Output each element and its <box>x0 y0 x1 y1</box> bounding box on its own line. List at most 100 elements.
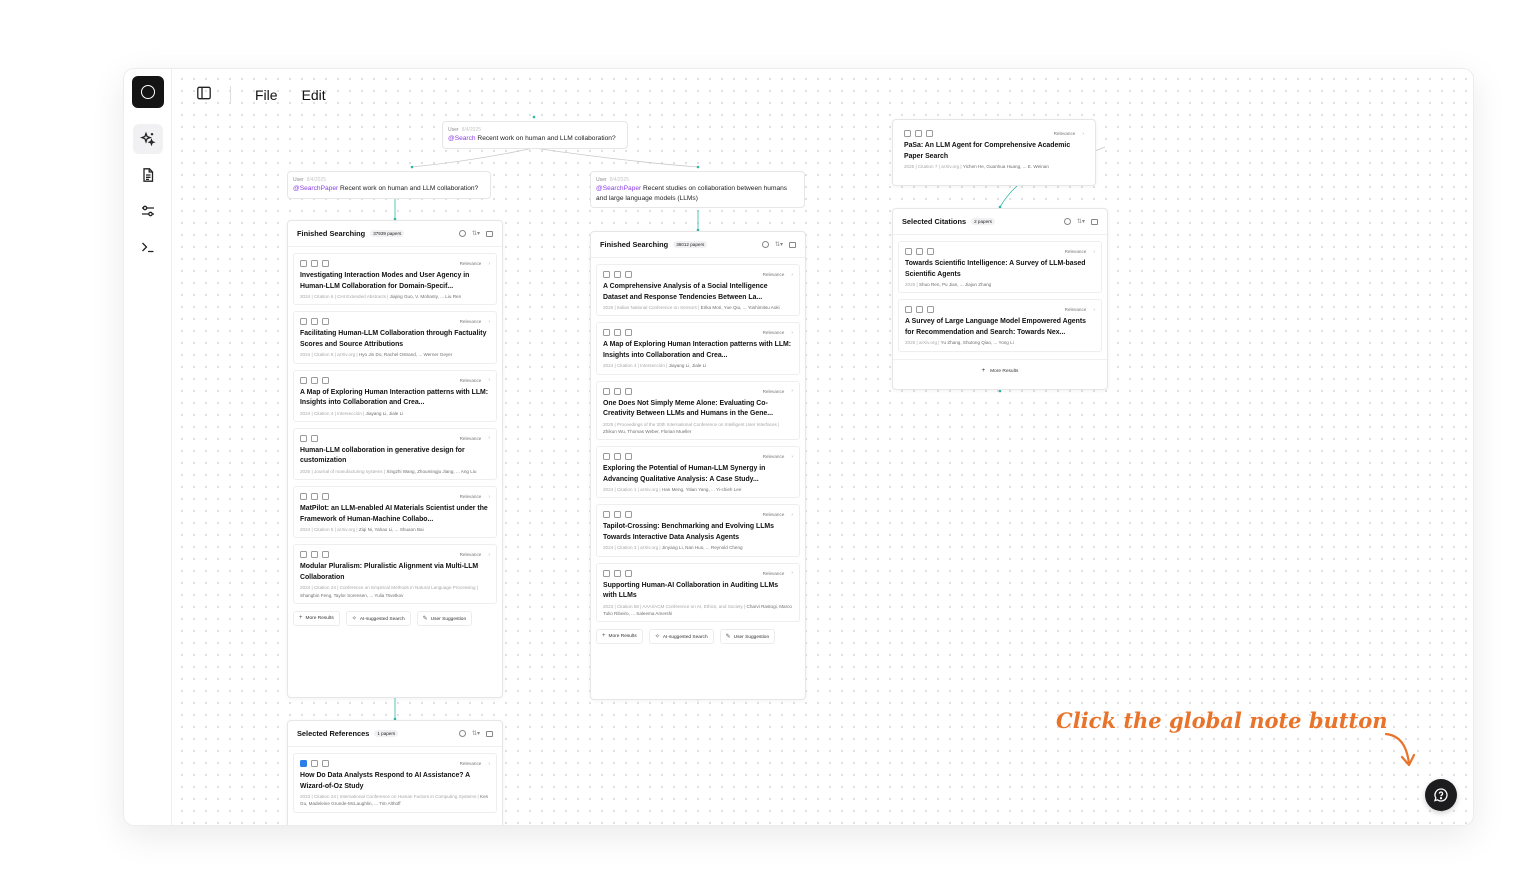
relevance-label[interactable]: Relevance <box>460 319 482 324</box>
relevance-label[interactable]: Relevance <box>460 552 482 557</box>
chevron-right-icon[interactable]: › <box>1093 249 1095 255</box>
paper-title[interactable]: Facilitating Human-LLM Collaboration thr… <box>300 329 490 350</box>
expand-icon[interactable] <box>311 551 318 559</box>
expand-icon[interactable] <box>311 376 318 384</box>
panel-menu-icon[interactable] <box>789 241 796 248</box>
bookmark-icon[interactable] <box>905 248 912 255</box>
relevance-label[interactable]: Relevance <box>763 571 785 576</box>
paper-title[interactable]: How Do Data Analysts Respond to AI Assis… <box>300 771 490 792</box>
chevron-right-icon[interactable]: › <box>488 761 490 767</box>
paper-title[interactable]: Tapilot-Crossing: Benchmarking and Evolv… <box>603 522 793 543</box>
pdf-icon[interactable] <box>927 248 934 255</box>
sort-icon[interactable]: ⇅▾ <box>472 230 480 237</box>
pdf-icon[interactable] <box>322 318 329 326</box>
relevance-label[interactable]: Relevance <box>460 378 482 383</box>
relevance-label[interactable]: Relevance <box>763 512 785 517</box>
bookmark-icon[interactable] <box>603 329 610 337</box>
paper-card[interactable]: Relevance › A Map of Exploring Human Inter… <box>293 369 497 422</box>
expand-icon[interactable] <box>311 493 318 501</box>
relevance-label[interactable]: Relevance <box>460 494 482 499</box>
paper-card[interactable]: Relevance › How Do Data Analysts Respond t… <box>293 753 497 813</box>
paper-title[interactable]: Towards Scientific Intelligence: A Surve… <box>905 259 1095 280</box>
relevance-label[interactable]: Relevance <box>460 261 482 266</box>
relevance-label[interactable]: Relevance <box>763 454 785 459</box>
relevance-label[interactable]: Relevance <box>460 761 482 766</box>
bookmark-icon[interactable] <box>904 130 911 137</box>
panel-menu-icon[interactable] <box>1091 218 1098 225</box>
chevron-right-icon[interactable]: › <box>791 272 793 278</box>
paper-title[interactable]: Exploring the Potential of Human-LLM Syn… <box>603 464 793 485</box>
pdf-icon[interactable] <box>625 569 632 577</box>
panel-menu-icon[interactable] <box>486 230 493 237</box>
expand-icon[interactable] <box>614 271 621 278</box>
bookmark-icon[interactable] <box>300 376 307 384</box>
paper-card[interactable]: Relevance › Facilitating Human-LLM Collabo… <box>293 311 497 364</box>
expand-icon[interactable] <box>614 511 621 519</box>
global-note-button[interactable] <box>1425 779 1457 811</box>
paper-card[interactable]: Relevance › Investigating Interaction Mode… <box>293 253 497 306</box>
bookmark-icon[interactable] <box>603 387 610 395</box>
paper-card[interactable]: Relevance › One Does Not Simply Meme Alone… <box>596 380 800 441</box>
user-suggestion-button[interactable]: ✎ User Suggestion <box>719 629 776 645</box>
query-bubble[interactable]: User 8/4/2025 @Search Recent work on huma… <box>442 121 628 149</box>
paper-card[interactable]: Relevance › A Map of Exploring Human Inter… <box>596 322 800 375</box>
chevron-right-icon[interactable]: › <box>488 261 490 267</box>
pdf-icon[interactable] <box>625 387 632 395</box>
ai-suggested-search-button[interactable]: ✧ AI-suggested Search <box>345 611 411 627</box>
pdf-icon[interactable] <box>625 329 632 337</box>
sort-icon[interactable]: ⇅▾ <box>1077 218 1085 225</box>
paper-card[interactable]: Relevance › Tapilot-Crossing: Benchmarking… <box>596 504 800 557</box>
paper-card[interactable]: Relevance › Towards Scientific Intelligenc… <box>898 241 1102 294</box>
relevance-label[interactable]: Relevance <box>763 389 785 394</box>
ai-suggested-search-button[interactable]: ✧ AI-suggested Search <box>648 629 714 645</box>
expand-icon[interactable] <box>614 387 621 395</box>
paper-card[interactable]: Relevance › Exploring the Potential of Hum… <box>596 446 800 499</box>
sort-icon[interactable]: ⇅▾ <box>472 730 480 737</box>
paper-card[interactable]: Relevance › PaSa: An LLM Agent for Compreh… <box>898 124 1090 174</box>
expand-icon[interactable] <box>311 760 318 767</box>
paper-card[interactable]: Relevance › Human-LLM collaboration in gen… <box>293 427 497 481</box>
sidebar-toggle-icon[interactable] <box>196 85 212 106</box>
relevance-label[interactable]: Relevance <box>460 436 482 441</box>
paper-title[interactable]: A Map of Exploring Human Interaction pat… <box>603 340 793 361</box>
expand-icon[interactable] <box>311 434 318 442</box>
expand-icon[interactable] <box>915 130 922 137</box>
expand-icon[interactable] <box>916 248 923 255</box>
relevance-label[interactable]: Relevance <box>1054 131 1076 136</box>
more-results-button[interactable]: + More Results <box>596 629 643 645</box>
query-bubble[interactable]: User 8/4/2025 @SearchPaper Recent studies… <box>590 171 805 208</box>
bookmark-icon[interactable] <box>300 318 307 326</box>
chevron-right-icon[interactable]: › <box>791 570 793 576</box>
expand-icon[interactable] <box>614 453 621 461</box>
chevron-right-icon[interactable]: › <box>488 494 490 500</box>
chevron-right-icon[interactable]: › <box>791 454 793 460</box>
paper-title[interactable]: A Comprehensive Analysis of a Social Int… <box>603 282 793 303</box>
pdf-icon[interactable] <box>322 376 329 384</box>
paper-title[interactable]: Modular Pluralism: Pluralistic Alignment… <box>300 562 490 583</box>
paper-title[interactable]: MatPilot: an LLM-enabled AI Materials Sc… <box>300 504 490 525</box>
menu-edit[interactable]: Edit <box>302 87 326 103</box>
expand-icon[interactable] <box>614 569 621 577</box>
relevance-label[interactable]: Relevance <box>763 272 785 277</box>
pdf-icon[interactable] <box>322 493 329 501</box>
document-icon[interactable] <box>133 160 163 190</box>
bookmark-icon[interactable] <box>603 453 610 461</box>
relevance-label[interactable]: Relevance <box>1065 249 1087 254</box>
paper-node[interactable]: Relevance › PaSa: An LLM Agent for Compreh… <box>892 119 1096 186</box>
bookmark-icon[interactable] <box>603 569 610 577</box>
pdf-icon[interactable] <box>625 511 632 519</box>
chevron-right-icon[interactable]: › <box>1082 131 1084 137</box>
expand-icon[interactable] <box>916 306 923 314</box>
more-results-button[interactable]: + More Results <box>293 611 340 627</box>
chevron-right-icon[interactable]: › <box>791 330 793 336</box>
pdf-icon[interactable] <box>322 760 329 767</box>
chevron-right-icon[interactable]: › <box>791 512 793 518</box>
paper-title[interactable]: PaSa: An LLM Agent for Comprehensive Aca… <box>904 141 1084 162</box>
chevron-right-icon[interactable]: › <box>1093 307 1095 313</box>
bookmark-icon[interactable] <box>300 493 307 501</box>
pdf-icon[interactable] <box>322 260 329 267</box>
chevron-right-icon[interactable]: › <box>488 319 490 325</box>
app-logo[interactable] <box>132 76 164 108</box>
pdf-icon[interactable] <box>625 453 632 461</box>
paper-card[interactable]: Relevance › A Comprehensive Analysis of a … <box>596 264 800 317</box>
